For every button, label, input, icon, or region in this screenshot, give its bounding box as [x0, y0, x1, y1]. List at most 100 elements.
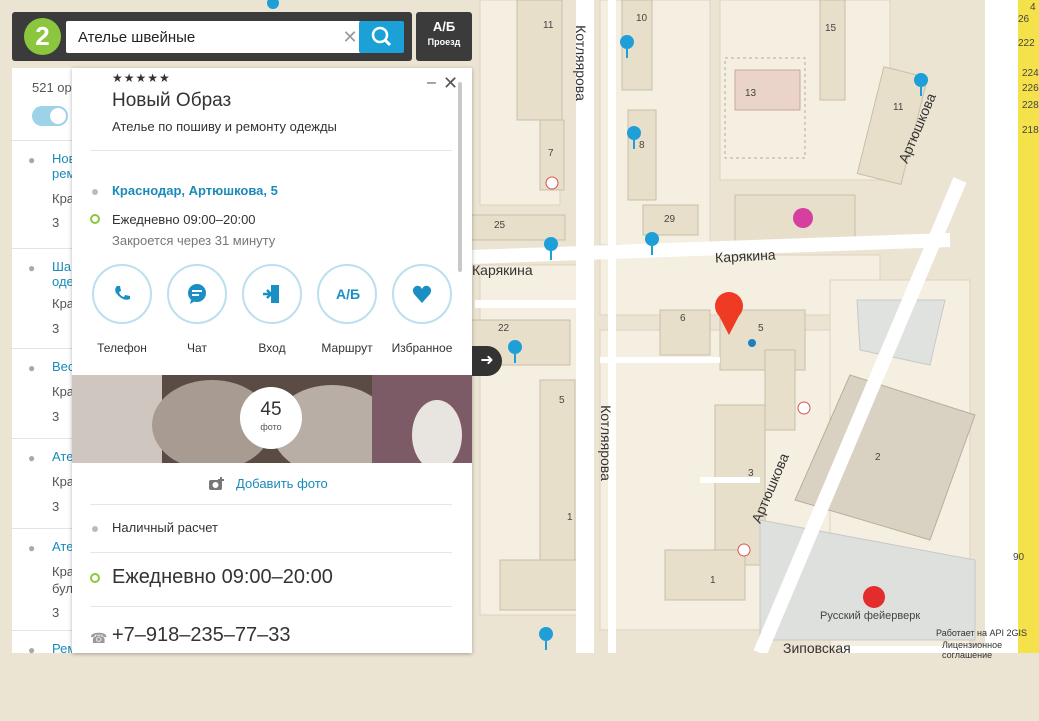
result-address-line2: бул: [52, 581, 73, 596]
result-title[interactable]: Ате: [52, 449, 73, 464]
search-button[interactable]: [359, 21, 404, 53]
minimize-button[interactable]: –: [427, 74, 436, 92]
api-credit[interactable]: Работает на API 2GIS: [936, 628, 1027, 638]
building-number: 6: [680, 313, 686, 324]
list-item[interactable]: ● Рем: [12, 630, 76, 721]
action-label-route: Маршрут: [321, 341, 373, 355]
add-photo-link[interactable]: Добавить фото: [236, 476, 328, 491]
building-number: 218: [1022, 125, 1039, 136]
building-number: 228: [1022, 100, 1039, 111]
street-label-zipovskaya: Зиповская: [783, 640, 851, 656]
list-item[interactable]: ● Шаг оде Кра 3: [12, 248, 76, 339]
phone-icon: [115, 286, 130, 300]
svg-text:А/Б: А/Б: [336, 286, 360, 302]
street-label-kotlyarova: Котляярова: [572, 25, 589, 101]
phone-action-button[interactable]: [92, 264, 152, 324]
route-label: Проезд: [427, 37, 461, 47]
route-icon: А/Б: [432, 19, 456, 34]
list-item[interactable]: ● Ате Кра 3: [12, 438, 75, 529]
building-number: 1: [710, 575, 716, 586]
divider: [90, 606, 452, 607]
clock-icon: [90, 573, 100, 583]
divider: [90, 150, 452, 151]
building-number: 222: [1018, 38, 1035, 49]
building-number: 8: [639, 140, 645, 151]
rating-stars: ★★★★★: [112, 71, 171, 85]
favorite-action-button[interactable]: [392, 264, 452, 324]
building-number: 26: [1018, 14, 1030, 25]
clear-search-button[interactable]: ✕: [340, 27, 360, 47]
building-number: 13: [745, 88, 757, 99]
result-hours: 3: [52, 215, 60, 230]
firm-name: Новый Образ: [112, 90, 232, 111]
building-number: 226: [1022, 83, 1039, 94]
action-label-entrance: Вход: [258, 341, 286, 355]
route-action-button[interactable]: А/Б: [317, 264, 377, 324]
poi-label[interactable]: Русский фейерверк: [820, 610, 920, 622]
result-address: Кра: [52, 474, 75, 489]
clock-icon: [90, 214, 100, 224]
pin-icon: ●: [28, 153, 36, 167]
route-button[interactable]: А/Б Проезд: [416, 12, 472, 61]
list-item[interactable]: ● Ате Кра бул 3: [12, 528, 74, 629]
expand-arrow-button[interactable]: ➜: [472, 346, 502, 376]
building-number: 22: [498, 323, 510, 334]
result-address: Кра: [52, 384, 75, 399]
phone-small-icon: ☎: [90, 630, 108, 646]
action-label-chat: Чат: [187, 341, 207, 355]
result-hours: 3: [52, 499, 60, 514]
list-item[interactable]: ● Нов рем Кра 3: [12, 140, 76, 231]
hours-text: Ежедневно 09:00–20:00: [112, 212, 256, 227]
payment-bullet-icon: [92, 526, 98, 532]
result-hours: 3: [52, 321, 60, 336]
hours-large: Ежедневно 09:00–20:00: [112, 566, 333, 588]
building-number: 90: [1013, 552, 1025, 563]
photo-count-badge[interactable]: 45 фото: [240, 387, 302, 449]
entrance-action-button[interactable]: [242, 264, 302, 324]
result-address: Кра: [52, 296, 75, 311]
search-input[interactable]: [66, 21, 340, 53]
building-number: 1: [567, 512, 573, 523]
chat-action-button[interactable]: [167, 264, 227, 324]
result-address: Кра: [52, 191, 75, 206]
result-title-line2[interactable]: оде: [52, 274, 74, 289]
list-item[interactable]: ● Вес Кра 3: [12, 348, 75, 439]
action-label-favorite: Избранное: [391, 341, 453, 355]
photo-gallery[interactable]: 45 фото: [72, 375, 472, 463]
building-number: 25: [494, 220, 506, 231]
payment-method: Наличный расчет: [112, 520, 218, 535]
result-hours: 3: [52, 409, 60, 424]
building-number: 29: [664, 214, 676, 225]
street-label-karyakina-2: Карякина: [714, 246, 777, 266]
divider: [90, 504, 452, 505]
photo-count: 45: [260, 399, 282, 420]
entrance-icon: [263, 285, 279, 303]
address-link[interactable]: Краснодар, Артюшкова, 5: [112, 183, 278, 198]
result-title[interactable]: Ате: [52, 539, 73, 554]
street-label-karyakina: Карякина: [472, 262, 533, 278]
building-number: 5: [758, 323, 764, 334]
search-icon: [371, 26, 392, 47]
search-bar: 2 ✕: [12, 12, 412, 61]
filter-toggle[interactable]: [32, 106, 68, 126]
closing-soon-text: Закроется через 31 минуту: [112, 233, 276, 248]
action-label-phone: Телефон: [97, 341, 147, 355]
camera-plus-icon: [209, 477, 224, 490]
photo-count-label: фото: [260, 422, 282, 432]
firm-description: Ателье по пошиву и ремонту одежды: [112, 119, 337, 134]
building-number: 11: [543, 20, 554, 31]
pin-icon: ●: [28, 643, 36, 657]
building-number: 2: [875, 452, 881, 463]
license-link[interactable]: Лицензионное соглашение: [942, 640, 1039, 660]
phone-number[interactable]: +7–918–235–77–33: [112, 624, 291, 647]
results-count: 521 ор: [32, 80, 72, 95]
heart-icon: [412, 285, 432, 303]
chat-icon: [188, 284, 206, 304]
building-number: 15: [825, 23, 837, 34]
scrollbar[interactable]: [458, 82, 462, 272]
pin-icon: ●: [28, 261, 36, 275]
pin-icon: ●: [28, 541, 36, 555]
close-button[interactable]: ✕: [443, 73, 458, 94]
building-number: 224: [1022, 68, 1039, 79]
logo[interactable]: 2: [24, 18, 61, 55]
